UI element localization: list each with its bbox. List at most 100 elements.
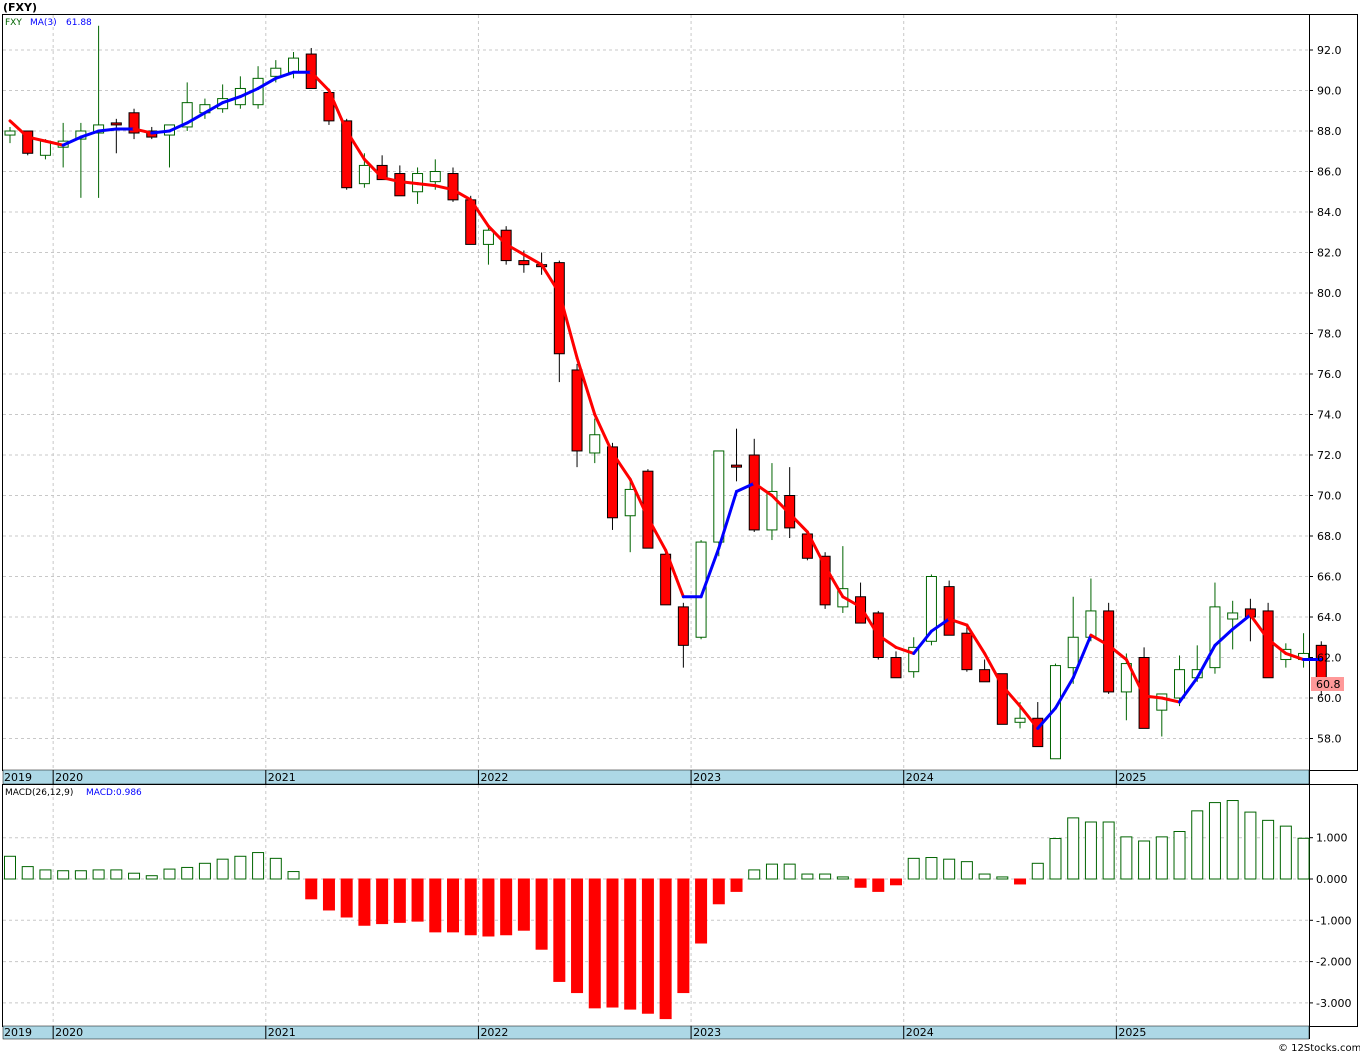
macd-y-tick-label: -3.000 — [1316, 997, 1351, 1010]
macd-y-tick-label: -2.000 — [1316, 956, 1351, 969]
date-tick-label: 2020 — [55, 771, 83, 784]
macd-bar-positive — [943, 858, 956, 880]
fxy-chart: 58.0 60.0 62.0 64.0 66.0 68.0 70.0 72.0 74.0 76.0… — [2, 1, 1360, 1054]
price-y-tick-label: 82.0 — [1317, 247, 1342, 260]
price-y-tick-label: 58.0 — [1317, 733, 1342, 746]
ma3-segment — [416, 182, 437, 188]
candle-body-up — [713, 450, 725, 543]
date-tick-label: 2023 — [693, 1026, 721, 1039]
macd-bar-positive — [39, 869, 52, 880]
macd-bar-positive — [765, 863, 778, 880]
price-y-tick-label: 70.0 — [1317, 490, 1342, 503]
macd-bar-negative — [854, 878, 867, 888]
macd-bar-negative — [393, 878, 406, 923]
date-tick-label: 2019 — [4, 1026, 32, 1039]
price-y-tick-label: 72.0 — [1317, 449, 1342, 462]
macd-bar-negative — [305, 878, 318, 900]
macd-y-tick-label: -1.000 — [1316, 914, 1351, 927]
date-tick-label: 2019 — [4, 771, 32, 784]
price-y-tick-label: 90.0 — [1317, 85, 1342, 98]
candle-body-up — [589, 434, 601, 454]
candle-body-up — [1067, 636, 1079, 669]
price-y-tick-label: 88.0 — [1317, 125, 1342, 138]
price-y-tick-label: 62.0 — [1317, 652, 1342, 665]
price-y-tick-label: 60.0 — [1317, 692, 1342, 705]
macd-bar-negative — [482, 878, 495, 937]
date-tick-label: 2022 — [480, 1026, 508, 1039]
price-date-axis-band — [2, 769, 1310, 785]
macd-bar-positive — [996, 876, 1009, 880]
macd-bar-positive — [836, 876, 849, 880]
ma3-segment — [398, 180, 420, 186]
price-y-tick-label: 92.0 — [1317, 44, 1342, 57]
macd-bar-positive — [1138, 840, 1151, 880]
candle-body-up — [358, 164, 370, 185]
macd-bar-positive — [1067, 817, 1080, 880]
legend-symbol: FXY — [5, 18, 22, 28]
macd-bar-positive — [234, 855, 247, 880]
macd-legend-value: MACD:0.986 — [86, 788, 142, 798]
macd-bar-positive — [801, 873, 814, 880]
candle-body-down — [447, 173, 459, 201]
macd-bar-positive — [163, 868, 176, 880]
date-tick-label: 2020 — [55, 1026, 83, 1039]
candle-body-down — [731, 464, 743, 468]
candle-body-up — [624, 488, 636, 517]
macd-bar-positive — [1226, 800, 1239, 880]
price-panel-frame — [2, 14, 1358, 771]
date-tick-label: 2025 — [1118, 1026, 1146, 1039]
price-y-tick-label: 74.0 — [1317, 409, 1342, 422]
date-tick-label: 2023 — [693, 771, 721, 784]
candle-body-up — [270, 67, 282, 77]
candle-body-down — [748, 454, 760, 531]
macd-bar-positive — [21, 866, 34, 880]
candle-body-down — [979, 669, 991, 683]
macd-bar-negative — [588, 878, 601, 1009]
macd-bar-negative — [535, 878, 548, 950]
macd-bar-negative — [553, 878, 566, 982]
macd-bar-negative — [1014, 878, 1027, 885]
macd-bar-positive — [1191, 810, 1204, 880]
macd-bar-positive — [1262, 819, 1275, 880]
price-y-tick-label: 66.0 — [1317, 571, 1342, 584]
candle-body-down — [961, 632, 973, 671]
price-y-tick-label: 86.0 — [1317, 166, 1342, 179]
macd-bar-negative — [500, 878, 513, 936]
price-y-tick-label: 80.0 — [1317, 287, 1342, 300]
price-y-tick-label: 68.0 — [1317, 530, 1342, 543]
macd-bar-negative — [624, 878, 637, 1010]
macd-bar-positive — [748, 869, 761, 880]
macd-y-tick-label: 0.000 — [1316, 873, 1348, 886]
macd-bar-negative — [659, 878, 672, 1020]
candle-body-up — [1209, 606, 1221, 669]
macd-bar-positive — [57, 870, 70, 880]
candle-body-down — [677, 606, 689, 646]
ma3-segment — [97, 127, 118, 133]
legend-ma-label: MA(3) — [30, 18, 57, 28]
macd-bar-positive — [128, 872, 141, 880]
macd-bar-negative — [641, 878, 654, 1014]
macd-bar-negative — [677, 878, 690, 994]
candle-body-up — [4, 130, 16, 136]
candle-body-up — [482, 229, 494, 245]
date-tick-label: 2025 — [1118, 771, 1146, 784]
macd-bar-positive — [1279, 825, 1292, 880]
candle-body-down — [571, 369, 583, 452]
macd-bar-positive — [1155, 836, 1168, 880]
price-y-tick-label: 84.0 — [1317, 206, 1342, 219]
macd-bar-positive — [198, 862, 211, 880]
date-tick-label: 2022 — [480, 771, 508, 784]
candle-body-down — [110, 122, 122, 126]
macd-bar-negative — [464, 878, 477, 936]
macd-bar-negative — [890, 878, 902, 886]
macd-bar-positive — [925, 857, 938, 880]
macd-bar-positive — [145, 875, 158, 880]
macd-bar-positive — [783, 863, 796, 880]
price-y-tick-label: 64.0 — [1317, 611, 1342, 624]
candle-body-up — [1014, 717, 1026, 723]
macd-bar-negative — [517, 878, 530, 931]
candle-body-up — [1085, 610, 1097, 638]
price-y-tick-label: 78.0 — [1317, 328, 1342, 341]
macd-bar-positive — [960, 861, 973, 880]
macd-bar-positive — [216, 858, 229, 880]
